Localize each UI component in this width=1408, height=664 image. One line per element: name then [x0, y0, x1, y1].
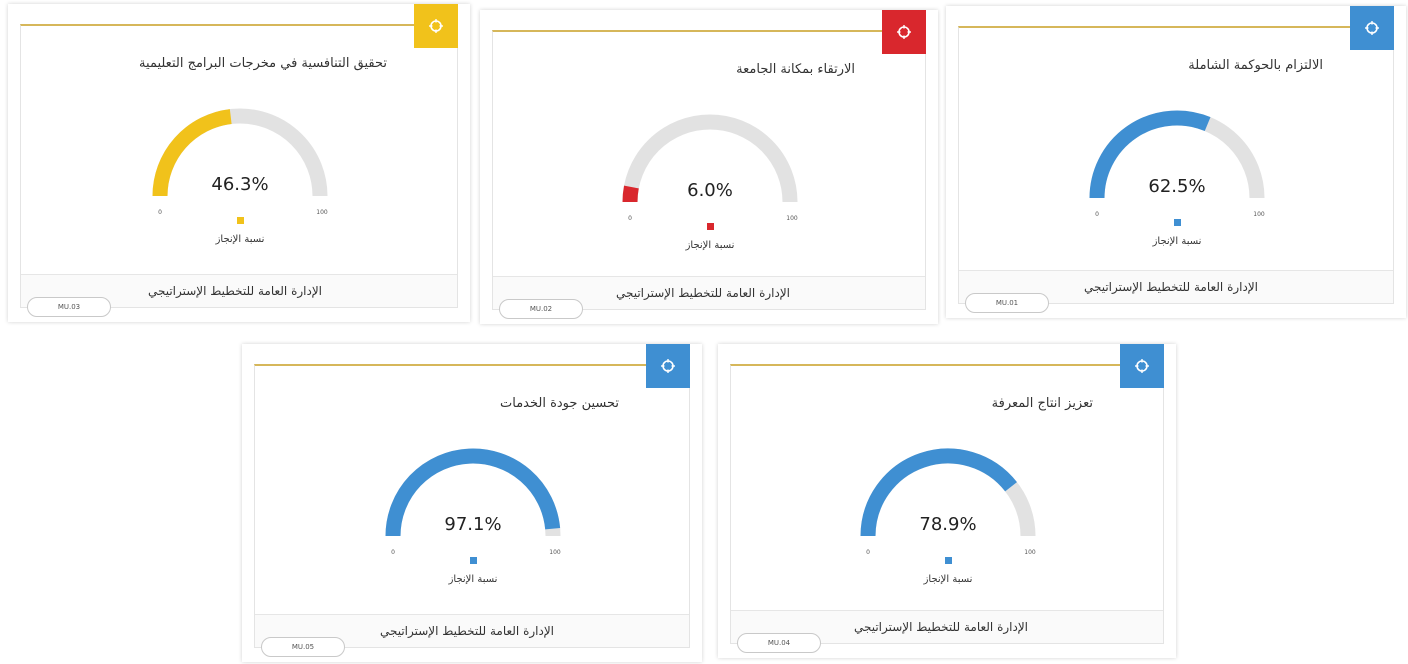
footer-text: الإدارة العامة للتخطيط الإستراتيجي	[1083, 280, 1258, 294]
kpi-card: الالتزام بالحوكمة الشاملة 0 100 62.5% نسب…	[946, 6, 1406, 318]
gauge-min-label: 0	[391, 549, 395, 556]
card-body: تعزيز انتاج المعرفة 0 100 78.9% نسبة الإن…	[730, 364, 1164, 653]
gauge-max-label: 100	[549, 549, 561, 556]
target-icon	[661, 359, 675, 373]
legend-label: نسبة الإنجاز	[448, 574, 498, 585]
card-footer: الإدارة العامة للتخطيط الإستراتيجي MU.05	[255, 614, 689, 657]
card-body: الارتقاء بمكانة الجامعة 0 100 6.0% نسبة ا…	[492, 30, 926, 319]
gauge-max-label: 100	[1253, 211, 1265, 218]
code-pill[interactable]: MU.05	[261, 637, 345, 657]
gauge-max-label: 100	[1024, 549, 1036, 556]
target-badge[interactable]	[1350, 6, 1394, 50]
target-icon	[897, 25, 911, 39]
gauge-min-label: 0	[866, 549, 870, 556]
code-pill[interactable]: MU.03	[27, 297, 111, 317]
target-icon	[429, 19, 443, 33]
target-icon	[1365, 21, 1379, 35]
gauge-value: 97.1%	[444, 514, 502, 535]
footer-text: الإدارة العامة للتخطيط الإستراتيجي	[615, 286, 790, 300]
legend-swatch	[470, 557, 477, 564]
gauge-value: 46.3%	[211, 174, 269, 195]
code-pill[interactable]: MU.04	[737, 633, 821, 653]
gauge-value: 78.9%	[919, 514, 977, 535]
card-body: تحسين جودة الخدمات 0 100 97.1% نسبة الإنج…	[254, 364, 690, 657]
legend-swatch	[1174, 219, 1181, 226]
legend-swatch	[237, 217, 244, 224]
gauge-max-label: 100	[786, 215, 798, 222]
kpi-card: تحسين جودة الخدمات 0 100 97.1% نسبة الإنج…	[242, 344, 702, 662]
kpi-card: تعزيز انتاج المعرفة 0 100 78.9% نسبة الإن…	[718, 344, 1176, 658]
card-footer: الإدارة العامة للتخطيط الإستراتيجي MU.04	[731, 610, 1163, 653]
legend-swatch	[707, 223, 714, 230]
target-badge[interactable]	[882, 10, 926, 54]
footer-text: الإدارة العامة للتخطيط الإستراتيجي	[853, 620, 1028, 634]
target-badge[interactable]	[414, 4, 458, 48]
gauge-value: 62.5%	[1148, 176, 1206, 197]
kpi-card: الارتقاء بمكانة الجامعة 0 100 6.0% نسبة ا…	[480, 10, 938, 324]
code-pill[interactable]: MU.02	[499, 299, 583, 319]
target-badge[interactable]	[646, 344, 690, 388]
card-footer: الإدارة العامة للتخطيط الإستراتيجي MU.01	[959, 270, 1393, 313]
footer-text: الإدارة العامة للتخطيط الإستراتيجي	[147, 284, 322, 298]
legend-label: نسبة الإنجاز	[685, 240, 735, 251]
legend-label: نسبة الإنجاز	[1152, 236, 1202, 247]
legend-label: نسبة الإنجاز	[923, 574, 973, 585]
kpi-card: تحقيق التنافسية في مخرجات البرامج التعلي…	[8, 4, 470, 322]
gauge-value: 6.0%	[687, 180, 733, 201]
legend-label: نسبة الإنجاز	[215, 234, 265, 245]
legend-swatch	[945, 557, 952, 564]
code-pill[interactable]: MU.01	[965, 293, 1049, 313]
gauge-min-label: 0	[158, 209, 162, 216]
gauge-min-label: 0	[628, 215, 632, 222]
card-footer: الإدارة العامة للتخطيط الإستراتيجي MU.03	[21, 274, 457, 317]
footer-text: الإدارة العامة للتخطيط الإستراتيجي	[379, 624, 554, 638]
card-body: تحقيق التنافسية في مخرجات البرامج التعلي…	[20, 24, 458, 317]
target-icon	[1135, 359, 1149, 373]
gauge-min-label: 0	[1095, 211, 1099, 218]
target-badge[interactable]	[1120, 344, 1164, 388]
gauge-fill	[622, 185, 639, 203]
gauge-max-label: 100	[316, 209, 328, 216]
card-body: الالتزام بالحوكمة الشاملة 0 100 62.5% نسب…	[958, 26, 1394, 313]
card-footer: الإدارة العامة للتخطيط الإستراتيجي MU.02	[493, 276, 925, 319]
